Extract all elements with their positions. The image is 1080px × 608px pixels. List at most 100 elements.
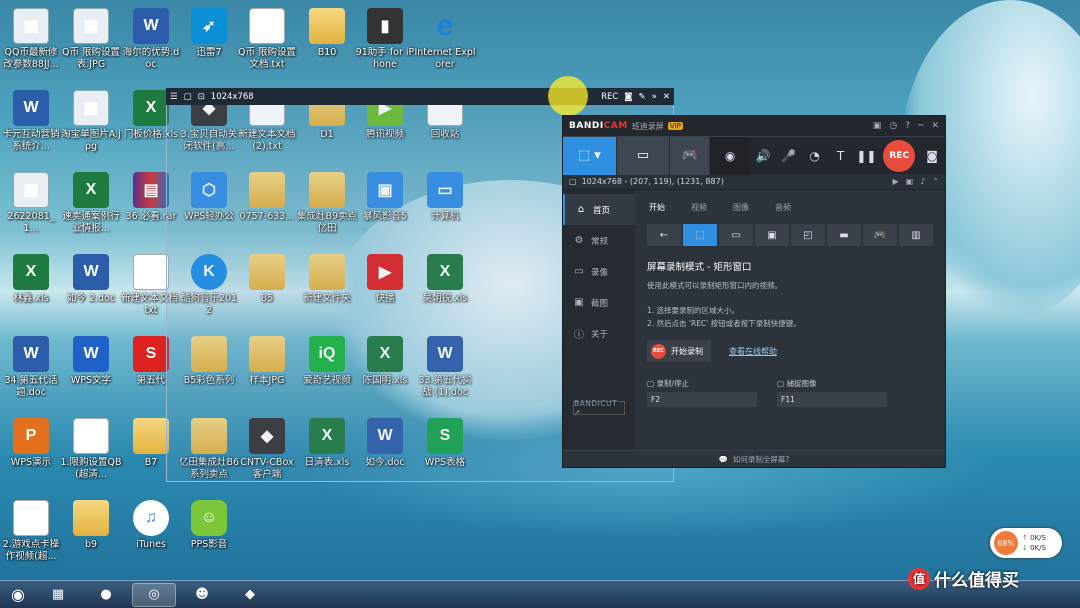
desktop-icon[interactable]: ☺ PPS影音 xyxy=(178,498,240,576)
upload-rate: ↑ 0K/S xyxy=(1022,534,1046,542)
desktop-icon[interactable]: ▦ 2622081_1... xyxy=(0,170,62,248)
game-mode-button[interactable]: 🎮 xyxy=(670,136,711,175)
menu-icon[interactable]: ☰ xyxy=(170,92,178,102)
desktop-icon[interactable]: W 34.第五代话题.doc xyxy=(0,334,62,412)
window-close-icon[interactable]: ✕ xyxy=(931,121,939,131)
cursor-icon[interactable]: ◔ xyxy=(802,137,828,175)
rectangle-mode-button[interactable]: ⬚ ▾ xyxy=(563,136,617,175)
tab-0[interactable]: 开始 xyxy=(649,202,665,213)
sidebar-item-3[interactable]: ▣ 截图 xyxy=(563,287,635,318)
wps-p-icon: P xyxy=(13,418,49,454)
collapse-icon[interactable]: » xyxy=(652,92,657,102)
tab-2[interactable]: 图像 xyxy=(733,202,749,213)
fullscreen-icon[interactable]: ▢ xyxy=(184,92,192,102)
desktop-icon[interactable]: ▦ QQ币最新修改参数88JJ... xyxy=(0,6,62,84)
bandicut-button[interactable]: BANDICUT ↗ xyxy=(573,399,625,417)
rar-icon: ▤ xyxy=(133,172,169,208)
sidebar-item-1[interactable]: ⚙ 常规 xyxy=(563,225,635,256)
step-2: 2. 然后点击 'REC' 按钮或者按下录制快捷键。 xyxy=(647,319,801,328)
desktop-icon-label: PPS影音 xyxy=(190,539,228,550)
mode-audio-icon[interactable]: ▥ xyxy=(899,224,933,246)
desktop-icon[interactable]: ➶ 迅雷7 xyxy=(178,6,240,84)
desktop-icon[interactable]: ▦ 淘宝单图片A.jpg xyxy=(60,88,122,166)
bandicam-footer[interactable]: 💬 如何录制全屏幕? xyxy=(563,450,945,468)
video-icon[interactable]: ▶ xyxy=(892,177,898,186)
footer-text[interactable]: 如何录制全屏幕? xyxy=(733,454,789,465)
record-button[interactable]: REC xyxy=(883,139,916,172)
resize-icon[interactable]: ⊡ xyxy=(198,92,205,102)
network-speed-widget[interactable]: 68% ↑ 0K/S ↓ 0K/S xyxy=(990,528,1062,558)
nav-icon: ⌂ xyxy=(577,204,585,215)
desktop-icon[interactable]: 1.限购设置QB(超清... xyxy=(60,416,122,494)
taskbar-qq-icon[interactable]: ☻ xyxy=(180,583,224,607)
mode-fullscreen-icon[interactable]: ▭ xyxy=(719,224,753,246)
audio-icon[interactable]: ♪ xyxy=(920,177,925,186)
online-help-link[interactable]: 查看在线帮助 xyxy=(729,346,777,357)
folder-icon[interactable]: ▣ xyxy=(873,121,882,131)
desktop-icon[interactable]: W 海尔的优势.doc xyxy=(120,6,182,84)
image-icon[interactable]: ▣ xyxy=(906,177,914,186)
checkbox-icon[interactable]: ▢ xyxy=(569,177,577,186)
hotkey-checkbox-icon[interactable]: ▢ xyxy=(647,379,654,388)
desktop-icon[interactable]: P WPS演示 xyxy=(0,416,62,494)
mode-back-icon[interactable]: ← xyxy=(647,224,681,246)
minimize-icon[interactable]: ─ xyxy=(918,121,923,131)
collapse-up-icon[interactable]: ⌃ xyxy=(932,177,939,186)
desktop-icon[interactable]: b9 xyxy=(60,498,122,576)
speaker-icon[interactable]: 🔊 xyxy=(750,137,776,175)
sidebar-item-2[interactable]: ▭ 录像 xyxy=(563,256,635,287)
text-icon[interactable]: T xyxy=(828,137,854,175)
desktop-icon[interactable]: ▦ Q币 限购设置表.JPG xyxy=(60,6,122,84)
camera-icon[interactable]: ◙ xyxy=(624,92,632,102)
desktop-icon[interactable]: X 速卖通案例行业情报... xyxy=(60,170,122,248)
tab-1[interactable]: 视频 xyxy=(691,202,707,213)
capture-rectangle-toolbar[interactable]: ☰ ▢ ⊡ 1024x768 REC ◙ ✎ » ✕ xyxy=(166,88,674,105)
sidebar-item-4[interactable]: ⓘ 关于 xyxy=(563,318,635,349)
start-recording-button[interactable]: REC 开始录制 xyxy=(647,340,711,362)
clock-icon[interactable]: ◷ xyxy=(889,121,897,131)
step-1: 1. 选择要录制的区域大小。 xyxy=(647,306,740,315)
close-icon[interactable]: ✕ xyxy=(663,92,670,102)
taskbar-browser-icon[interactable]: ◎ xyxy=(132,582,176,607)
start-button-icon[interactable]: ◉ xyxy=(4,583,32,607)
desktop-icon[interactable]: B10 xyxy=(296,6,358,84)
desktop-icon-label: iTunes xyxy=(136,539,166,550)
desktop-icon[interactable]: 2.游戏点卡操作视频(超... xyxy=(0,498,62,576)
webcam-icon[interactable]: ◉ xyxy=(710,136,751,175)
desktop-icon-label: WPS文字 xyxy=(70,375,112,386)
desktop-icon[interactable]: ♫ iTunes xyxy=(120,498,182,576)
hotkey-rec-field[interactable]: F2 xyxy=(647,392,757,407)
hotkey-capture-field[interactable]: F11 xyxy=(777,392,887,407)
desktop-icon[interactable]: e Internet Explorer xyxy=(414,6,476,84)
screenshot-icon[interactable]: ◙ xyxy=(919,137,945,175)
mode-rectangle-icon[interactable]: ⬚ xyxy=(683,224,717,246)
mode-game-icon[interactable]: 🎮 xyxy=(863,224,897,246)
vip-badge[interactable]: VIP xyxy=(667,122,683,130)
pause-icon[interactable]: ❚❚ xyxy=(853,137,879,175)
taskbar-app-icon[interactable]: ◆ xyxy=(228,583,272,607)
mode-window-icon[interactable]: ▣ xyxy=(755,224,789,246)
desktop-icon[interactable]: W WPS文字 xyxy=(60,334,122,412)
bandicam-titlebar[interactable]: BANDICAM 班迪录屏 VIP ▣ ◷ ? ─ ✕ xyxy=(563,116,945,136)
microphone-icon[interactable]: 🎤 xyxy=(776,137,802,175)
capture-size-label[interactable]: 1024x768 xyxy=(211,92,254,102)
mode-hdmi-icon[interactable]: ▬ xyxy=(827,224,861,246)
desktop-icon[interactable]: W 如今 2.doc xyxy=(60,252,122,330)
mode-around-mouse-icon[interactable]: ◰ xyxy=(791,224,825,246)
app-icon: ▮ xyxy=(367,8,403,44)
pencil-icon[interactable]: ✎ xyxy=(639,92,646,102)
capture-checkbox-icon[interactable]: ▢ xyxy=(777,379,784,388)
rec-button[interactable]: REC xyxy=(601,92,618,102)
desktop-icon[interactable]: W 卡元互动营销系统介... xyxy=(0,88,62,166)
desktop-icon[interactable]: ▮ 91助手 for iPhone xyxy=(354,6,416,84)
taskbar-bird-icon[interactable]: ● xyxy=(84,583,128,607)
wps-w-icon: W xyxy=(73,336,109,372)
desktop-icon[interactable]: X 林鑫.xls xyxy=(0,252,62,330)
hdmi-mode-button[interactable]: ▭ xyxy=(616,136,671,175)
taskbar-explorer-icon[interactable]: ▦ xyxy=(36,583,80,607)
desktop-icon[interactable]: Q币 限购设置文档.txt xyxy=(236,6,298,84)
help-icon[interactable]: ? xyxy=(905,121,910,131)
sidebar-item-0[interactable]: ⌂ 首页 xyxy=(563,194,635,225)
img-icon: ▦ xyxy=(13,8,49,44)
tab-3[interactable]: 音频 xyxy=(775,202,791,213)
